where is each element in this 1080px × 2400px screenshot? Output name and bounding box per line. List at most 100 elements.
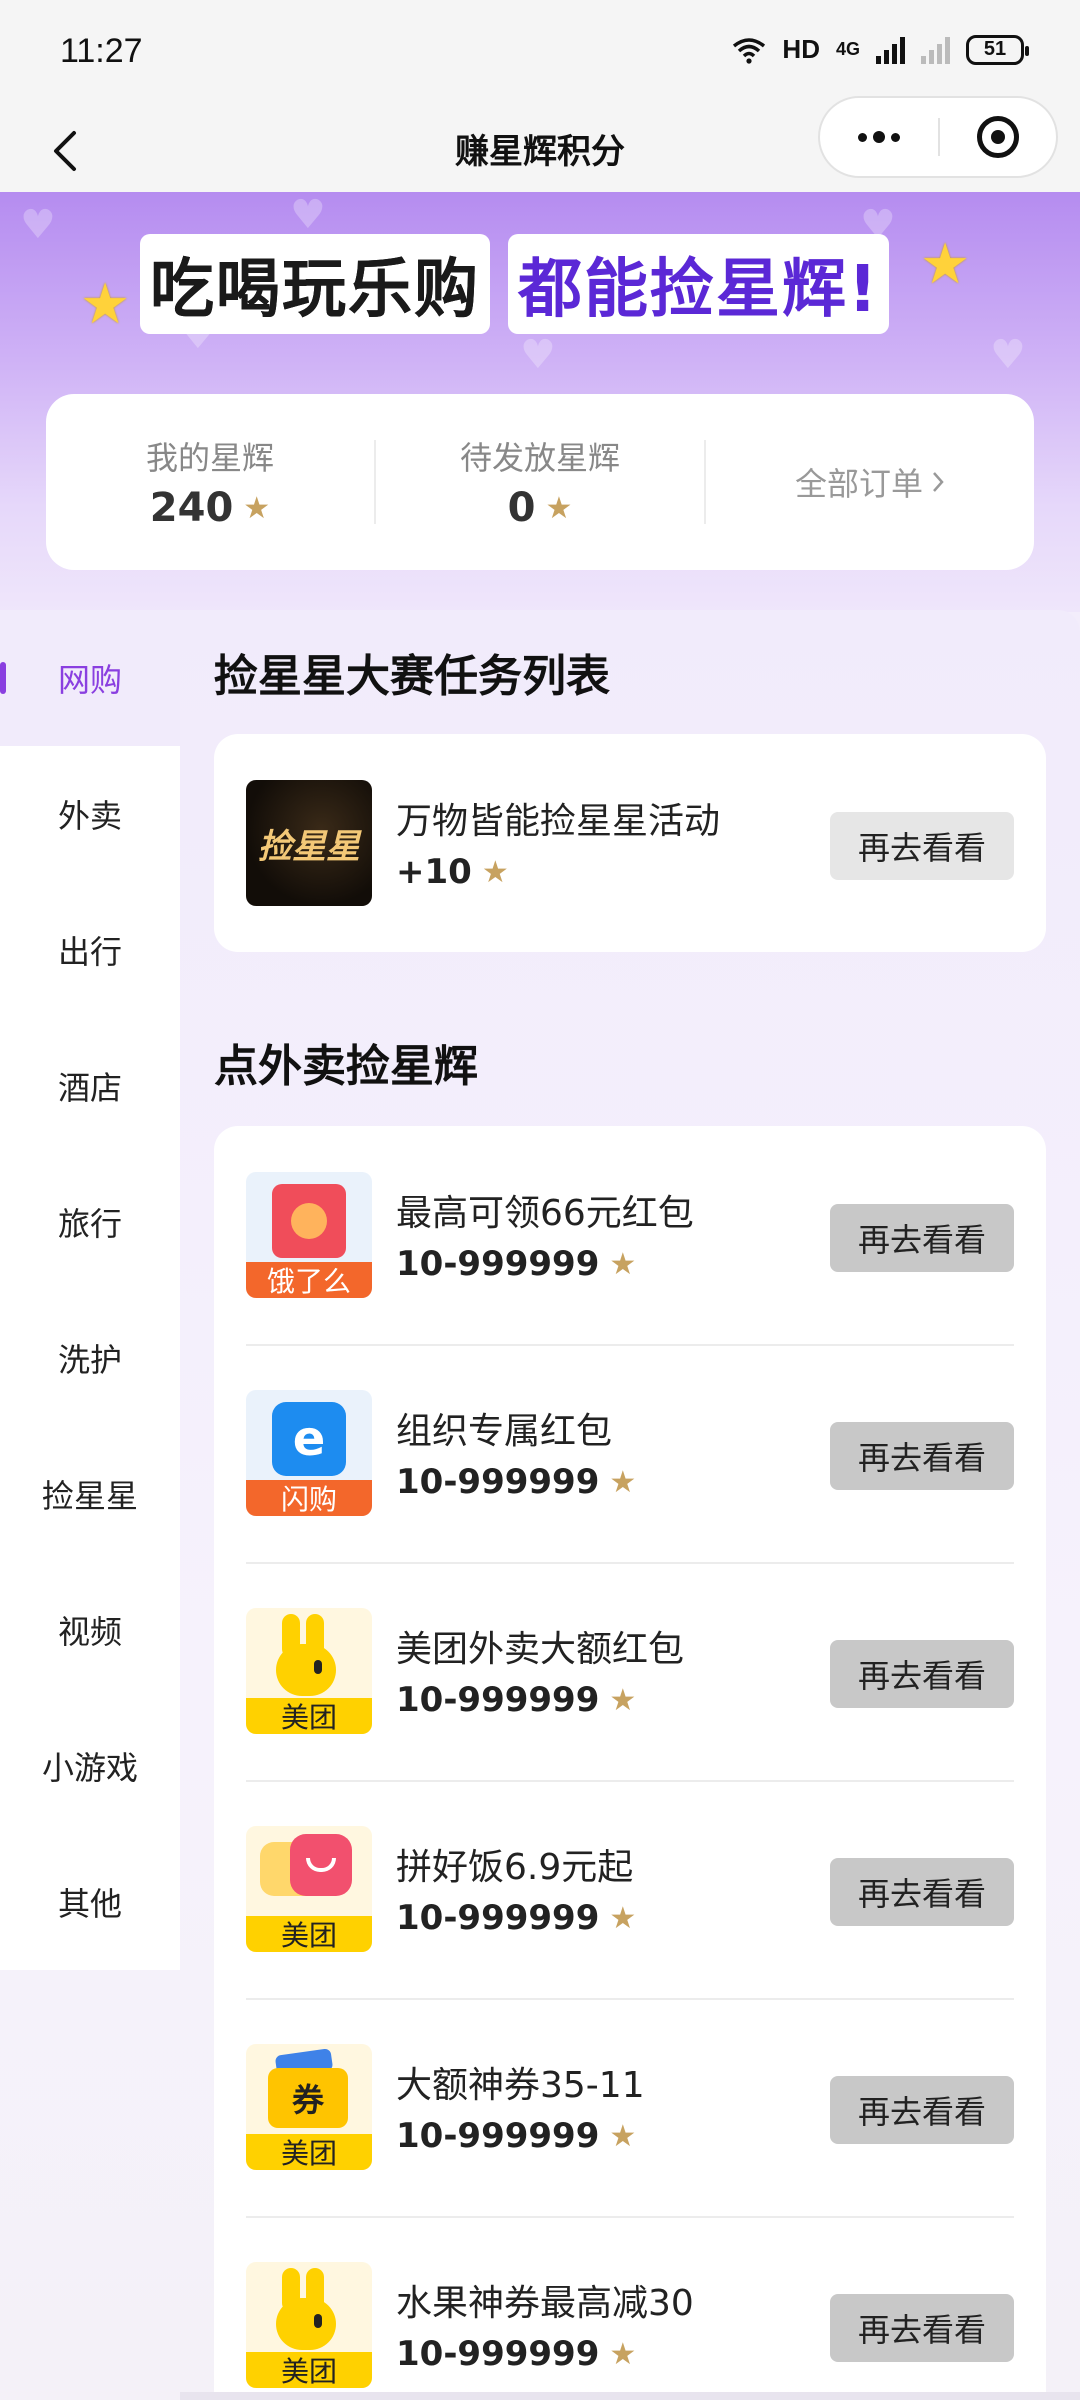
star-icon: ★ <box>609 2118 637 2154</box>
signal-2-icon <box>921 36 950 64</box>
logo-label: 美团 <box>246 1916 372 1952</box>
sidebar-item-laundry[interactable]: 洗护 <box>0 1290 180 1426</box>
star-icon: ★ <box>609 1900 637 1936</box>
banner-title-part2: 都能捡星辉! <box>508 234 890 334</box>
section-title: 捡星星大赛任务列表 <box>214 651 610 702</box>
task-reward: 10-999999 ★ <box>396 1462 637 1502</box>
star-icon: ★ <box>545 490 573 526</box>
task-name: 最高可领66元红包 <box>396 1193 694 1234</box>
close-ring-icon <box>976 116 1019 158</box>
heart-icon: ♥ <box>20 202 56 248</box>
view-again-button[interactable]: 再去看看 <box>830 812 1014 880</box>
sidebar-item-takeout[interactable]: 外卖 <box>0 746 180 882</box>
status-time: 11:27 <box>60 32 143 70</box>
my-stars-label: 我的星辉 <box>145 439 274 477</box>
heart-icon: ♥ <box>990 332 1026 378</box>
sidebar-item-mini-games[interactable]: 小游戏 <box>0 1698 180 1834</box>
sidebar-item-hotel[interactable]: 酒店 <box>0 1018 180 1154</box>
section-title: 点外卖捡星辉 <box>214 1041 478 1092</box>
chevron-right-icon <box>933 472 944 492</box>
task-row: e 闪购 组织专属红包 10-999999 ★ 再去看看 <box>214 1344 1046 1562</box>
all-orders-link[interactable]: 全部订单 <box>706 459 1034 505</box>
coupon-logo: 券 美团 <box>246 2044 372 2170</box>
sidebar-item-collect-stars[interactable]: 捡星星 <box>0 1426 180 1562</box>
my-stars-value: 240 <box>149 485 234 531</box>
star-icon: ★ <box>609 1682 637 1718</box>
task-reward: +10 ★ <box>396 852 509 892</box>
mini-program-capsule <box>818 96 1058 178</box>
sidebar-item-travel-ride[interactable]: 出行 <box>0 882 180 1018</box>
status-bar: 11:27 HD 4G 51 <box>0 0 1080 110</box>
sidebar-item-shopping[interactable]: 网购 <box>0 610 180 746</box>
heart-icon: ♥ <box>520 332 556 378</box>
task-name: 大额神券35-11 <box>396 2065 645 2106</box>
star-icon: ★ <box>243 490 271 526</box>
task-name: 水果神券最高减30 <box>396 2283 694 2324</box>
logo-label: 美团 <box>246 2352 372 2388</box>
view-again-button[interactable]: 再去看看 <box>830 1422 1014 1490</box>
view-again-button[interactable]: 再去看看 <box>830 1640 1014 1708</box>
nav-bar: 赚星辉积分 <box>0 96 1080 192</box>
logo-label: 美团 <box>246 1698 372 1734</box>
network-type: 4G <box>835 39 860 59</box>
meituan-logo: 美团 <box>246 2262 372 2388</box>
battery-level: 51 <box>983 38 1007 60</box>
task-reward: 10-999999 ★ <box>396 2334 637 2374</box>
task-row: 券 美团 大额神券35-11 10-999999 ★ 再去看看 <box>214 1998 1046 2216</box>
logo-label: 饿了么 <box>246 1262 372 1298</box>
pending-stars-label: 待发放星辉 <box>459 439 620 477</box>
red-packet-icon <box>272 1184 346 1258</box>
logo-label: 美团 <box>246 2134 372 2170</box>
view-again-button[interactable]: 再去看看 <box>830 2294 1014 2362</box>
task-reward: 10-999999 ★ <box>396 1680 637 1720</box>
flash-buy-logo: e 闪购 <box>246 1390 372 1516</box>
task-reward: 10-999999 ★ <box>396 1244 637 1284</box>
status-icons: HD 4G 51 <box>732 34 1029 65</box>
sidebar-item-trip[interactable]: 旅行 <box>0 1154 180 1290</box>
my-stars[interactable]: 我的星辉 240 ★ <box>46 433 374 531</box>
task-row: 捡星星 万物皆能捡星星活动 +10 ★ 再去看看 <box>214 734 1046 952</box>
more-icon <box>858 132 867 142</box>
task-reward: 10-999999 ★ <box>396 2116 637 2156</box>
eleme-logo: 饿了么 <box>246 1172 372 1298</box>
kangaroo-icon <box>276 1614 342 1696</box>
activity-logo: 捡星星 <box>246 780 372 906</box>
close-button[interactable] <box>940 98 1056 176</box>
pending-stars[interactable]: 待发放星辉 0 ★ <box>376 433 704 531</box>
banner-title: 吃喝玩乐购 都能捡星辉! <box>140 234 890 334</box>
star-icon: ★ <box>609 1246 637 1282</box>
task-reward: 10-999999 ★ <box>396 1898 637 1938</box>
view-again-button[interactable]: 再去看看 <box>830 1204 1014 1272</box>
stats-card: 我的星辉 240 ★ 待发放星辉 0 ★ 全部订单 <box>46 394 1034 570</box>
all-orders-label: 全部订单 <box>794 465 923 503</box>
more-button[interactable] <box>820 98 938 176</box>
e-icon: e <box>272 1402 346 1476</box>
smile-bag-icon <box>290 1834 352 1896</box>
task-row: 美团 美团外卖大额红包 10-999999 ★ 再去看看 <box>214 1562 1046 1780</box>
sidebar-item-video[interactable]: 视频 <box>0 1562 180 1698</box>
home-indicator <box>180 2392 1080 2400</box>
logo-text: 捡星星 <box>258 826 360 867</box>
logo-label: 闪购 <box>246 1480 372 1516</box>
view-again-button[interactable]: 再去看看 <box>830 2076 1014 2144</box>
task-name: 组织专属红包 <box>396 1411 613 1452</box>
star-icon: ★ <box>609 1464 637 1500</box>
task-row: 美团 拼好饭6.9元起 10-999999 ★ 再去看看 <box>214 1780 1046 1998</box>
category-sidebar: 网购 外卖 出行 酒店 旅行 洗护 捡星星 视频 小游戏 其他 <box>0 610 180 1970</box>
sidebar-item-other[interactable]: 其他 <box>0 1834 180 1970</box>
task-name: 拼好饭6.9元起 <box>396 1847 634 1888</box>
wifi-icon <box>733 37 766 64</box>
star-icon: ★ <box>481 854 509 890</box>
star-icon: ★ <box>80 272 131 337</box>
meituan-logo: 美团 <box>246 1608 372 1734</box>
task-row: 饿了么 最高可领66元红包 10-999999 ★ 再去看看 <box>214 1126 1046 1344</box>
task-name: 万物皆能捡星星活动 <box>396 801 721 842</box>
star-icon: ★ <box>609 2336 637 2372</box>
task-card: 饿了么 最高可领66元红包 10-999999 ★ 再去看看 e 闪购 组织专属… <box>214 1126 1046 2400</box>
view-again-button[interactable]: 再去看看 <box>830 1858 1014 1926</box>
pinhaofan-logo: 美团 <box>246 1826 372 1952</box>
task-card: 捡星星 万物皆能捡星星活动 +10 ★ 再去看看 <box>214 734 1046 952</box>
battery-icon: 51 <box>966 34 1029 65</box>
pending-stars-value: 0 <box>507 485 536 531</box>
kangaroo-icon <box>276 2268 342 2350</box>
